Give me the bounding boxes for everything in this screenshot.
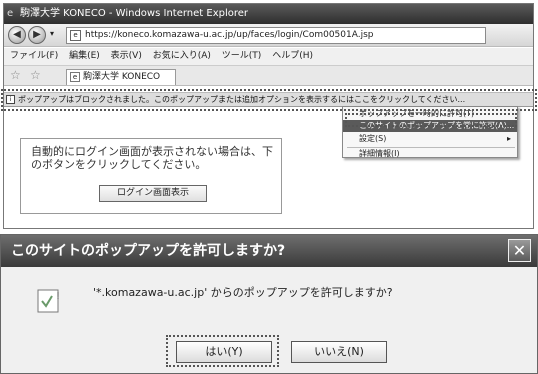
info-question-icon: ! [37, 289, 60, 313]
menu-bar: ファイル(F) 編集(E) 表示(V) お気に入り(A) ツール(T) ヘルプ(… [4, 48, 533, 65]
address-text: https://koneco.komazawa-u.ac.jp/up/faces… [85, 30, 374, 40]
ctx-more-info[interactable]: 詳細情報(I) [343, 148, 517, 160]
tab-label: 駒澤大学 KONECO [83, 72, 161, 82]
svg-text:!: ! [56, 291, 60, 302]
browser-tab[interactable]: e 駒澤大学 KONECO [66, 69, 176, 85]
infobar-highlight [1, 89, 537, 111]
login-screen-button[interactable]: ログイン画面表示 [99, 185, 207, 202]
close-icon[interactable]: ✕ [508, 239, 531, 262]
add-favorites-icon[interactable]: ☆ [30, 68, 41, 82]
dialog-message: '*.komazawa-u.ac.jp' からのポップアップを許可しますか? [93, 286, 393, 299]
favorites-star-icon[interactable]: ☆ [10, 68, 21, 82]
address-bar[interactable]: e https://koneco.komazawa-u.ac.jp/up/fac… [66, 27, 486, 44]
menu-file[interactable]: ファイル(F) [10, 48, 58, 65]
yes-button-highlight [166, 335, 279, 367]
back-icon[interactable]: ◀ [8, 26, 26, 44]
menu-favorites[interactable]: お気に入り(A) [153, 48, 211, 65]
no-button[interactable]: いいえ(N) [291, 341, 387, 363]
login-message: 自動的にログイン画面が表示されない場合は、下のボタンをクリックしてください。 [31, 145, 273, 171]
menu-tools[interactable]: ツール(T) [222, 48, 262, 65]
page-icon: e [70, 30, 81, 41]
submenu-arrow-icon: ▸ [506, 134, 511, 143]
history-dropdown-icon[interactable]: ▾ [50, 29, 54, 38]
menu-help[interactable]: ヘルプ(H) [272, 48, 313, 65]
ctx-settings[interactable]: 設定(S) [343, 133, 517, 145]
address-row: ◀ ▶ ▾ e https://koneco.komazawa-u.ac.jp/… [4, 24, 533, 47]
tab-page-icon: e [70, 72, 80, 82]
menu-item-highlight [345, 113, 517, 127]
dialog-title: このサイトのポップアップを許可しますか? [1, 235, 537, 267]
ie-logo-icon: e [7, 8, 14, 19]
menu-edit[interactable]: 編集(E) [69, 48, 100, 65]
window-title: 駒澤大学 KONECO - Windows Internet Explorer [4, 4, 533, 24]
menu-view[interactable]: 表示(V) [111, 48, 142, 65]
forward-icon[interactable]: ▶ [28, 26, 46, 44]
login-message-box: 自動的にログイン画面が表示されない場合は、下のボタンをクリックしてください。 ロ… [20, 138, 282, 214]
favorites-bar: ☆ ☆ e 駒澤大学 KONECO [4, 65, 533, 86]
